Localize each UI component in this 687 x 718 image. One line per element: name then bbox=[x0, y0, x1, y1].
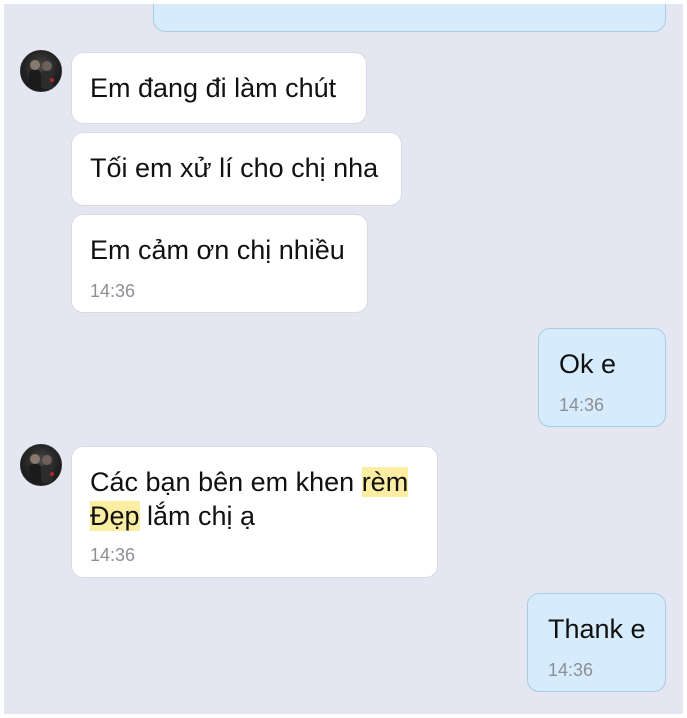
message-text: Tối em xử lí cho chị nha bbox=[90, 153, 379, 183]
message-text: Ok e bbox=[559, 349, 617, 379]
highlighted-word: rèm bbox=[361, 467, 409, 497]
outgoing-message[interactable]: Ok e 14:36 bbox=[538, 328, 666, 427]
incoming-message[interactable]: Em cảm ơn chị nhiều 14:36 bbox=[71, 214, 368, 313]
message-text-line-2: Đẹp lắm chị ạ bbox=[90, 499, 255, 533]
contact-avatar[interactable] bbox=[20, 50, 62, 92]
incoming-message[interactable]: Các bạn bên em khen rèm Đẹp lắm chị ạ 14… bbox=[71, 446, 438, 578]
chat-conversation: Em đang đi làm chút Tối em xử lí cho chị… bbox=[4, 4, 683, 714]
message-text: Em đang đi làm chút bbox=[90, 73, 337, 103]
incoming-message[interactable]: Tối em xử lí cho chị nha bbox=[71, 132, 402, 206]
highlighted-word: Đẹp bbox=[90, 501, 140, 531]
contact-avatar[interactable] bbox=[20, 444, 62, 486]
message-text: Em cảm ơn chị nhiều bbox=[90, 235, 345, 265]
avatar-photo-icon bbox=[29, 60, 54, 89]
incoming-message[interactable]: Em đang đi làm chút bbox=[71, 52, 367, 124]
message-timestamp: 14:36 bbox=[90, 545, 136, 565]
message-timestamp: 14:36 bbox=[548, 660, 594, 680]
message-timestamp: 14:36 bbox=[559, 395, 605, 415]
outgoing-message-partial[interactable] bbox=[153, 4, 666, 32]
avatar-photo-icon bbox=[29, 454, 54, 483]
message-timestamp: 14:36 bbox=[90, 281, 136, 301]
outgoing-message[interactable]: Thank e 14:36 bbox=[527, 593, 666, 692]
message-text-part: lắm chị ạ bbox=[139, 501, 256, 531]
message-text-part: Các bạn bên em khen bbox=[90, 467, 362, 497]
message-text: Thank e bbox=[548, 614, 646, 644]
message-text-line-1: Các bạn bên em khen rèm bbox=[90, 465, 409, 499]
